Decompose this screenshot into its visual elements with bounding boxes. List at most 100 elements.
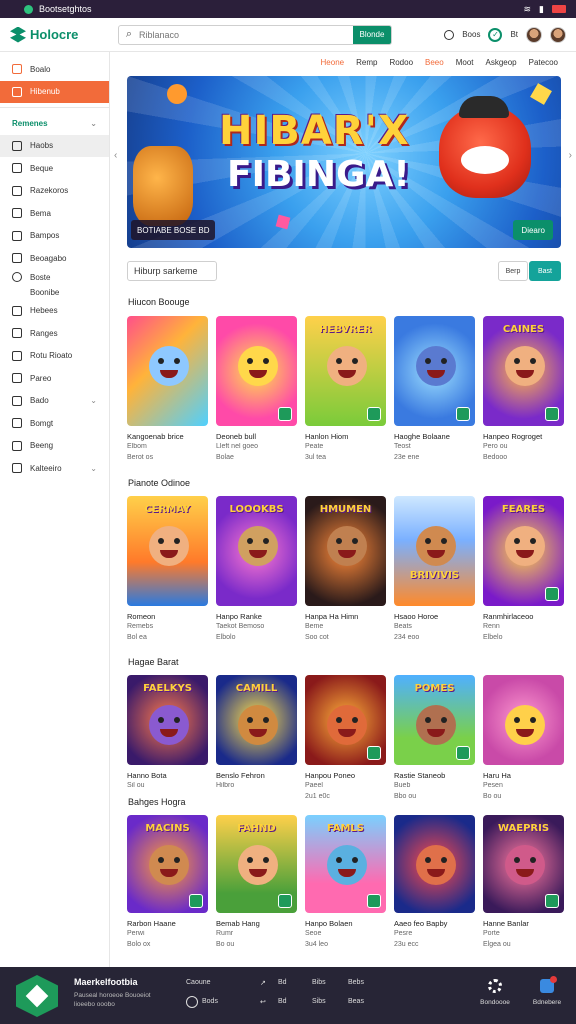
game-card[interactable]: MACINS Rarbon Haane Perwi Bolo ox	[127, 815, 208, 948]
game-subtitle: Pero ou	[483, 443, 508, 450]
filter-button[interactable]: Berp	[498, 261, 528, 281]
game-card[interactable]: CAMILL Benslo Fehron Hilbro	[216, 675, 297, 800]
banner-decoration	[167, 84, 187, 104]
hero-banner[interactable]: HIBAR'X FIBINGA! BOTIABE BOSE BD Diearo	[127, 76, 561, 248]
character-face	[327, 526, 367, 566]
character-face	[327, 705, 367, 745]
badge-icon	[278, 407, 292, 421]
tab-1[interactable]: Heone	[321, 58, 345, 67]
tab-5[interactable]: Moot	[456, 58, 474, 67]
game-card[interactable]: FAHND Bemab Hang Rumr Bo ou	[216, 815, 297, 948]
sidebar-item[interactable]: Beoagabo	[0, 247, 109, 270]
game-subtitle: Seoe	[305, 930, 322, 937]
header-action-1[interactable]: Boos	[462, 30, 480, 39]
character-face	[505, 845, 545, 885]
game-card[interactable]: HMUMEN Hanpa Ha Himn Beme Soo cot	[305, 496, 386, 641]
game-card[interactable]: LOOOKBS Hanpo Ranke Taekot Bemoso Elbolo	[216, 496, 297, 641]
search-input[interactable]	[139, 29, 353, 40]
check-icon[interactable]: ✓	[488, 27, 503, 42]
tab-6[interactable]: Askgeop	[486, 58, 517, 67]
share-icon[interactable]: ↗	[260, 979, 266, 987]
game-card[interactable]: FAMLS Hanpo Bolaen Seoe 3u4 leo	[305, 815, 386, 948]
sidebar-item[interactable]: Razekoros	[0, 180, 109, 203]
sidebar-item[interactable]: Kalteeiro ⌄	[0, 457, 109, 480]
sidebar-section-header[interactable]: Remenes ⌄	[0, 112, 109, 135]
search-button[interactable]: Blonde	[353, 25, 391, 44]
sidebar-item[interactable]: Boonibe	[0, 285, 109, 300]
filter-apply-button[interactable]: Bast	[529, 261, 561, 281]
sidebar-item[interactable]: Beeng	[0, 435, 109, 458]
game-card[interactable]: FEARES Ranmhirlaceoo Renn Elbelo	[483, 496, 564, 641]
game-card[interactable]: HEBVRER Hanlon Hiom Peate 3ul tea	[305, 316, 386, 461]
tab-7[interactable]: Patecoo	[529, 58, 558, 67]
tab-4[interactable]: Beeo	[425, 58, 444, 67]
sidebar-item-active[interactable]: Hibenub	[0, 80, 109, 103]
footer-logo-icon[interactable]	[16, 975, 58, 1017]
tab-3[interactable]: Rodoo	[389, 58, 413, 67]
reply-icon[interactable]: ↩	[260, 998, 266, 1006]
game-card[interactable]: FAELKYS Hanno Bota Sil ou	[127, 675, 208, 800]
sidebar-item[interactable]: Rotu Rioato	[0, 345, 109, 368]
footer-link[interactable]: Bd	[278, 998, 287, 1005]
game-subtitle: Paeel	[305, 782, 323, 789]
footer-link[interactable]: Bibs	[312, 979, 326, 986]
footer-link[interactable]: Sibs	[312, 998, 326, 1005]
notification-icon[interactable]	[540, 976, 557, 993]
filter-field[interactable]: Hiburp sarkeme	[127, 261, 217, 281]
game-grid: Kangoenab brice Elbom Berot os Deoneb bull…	[127, 316, 564, 461]
game-card[interactable]: Haru Ha Pesen Bo ou	[483, 675, 564, 800]
app-logo[interactable]: Holocre	[10, 26, 118, 43]
footer-link[interactable]: Bods	[202, 998, 218, 1005]
sidebar-item-label: Ranges	[30, 328, 58, 338]
sidebar-item[interactable]: Boste	[0, 270, 109, 285]
status-app-name: Bootsetghtos	[39, 4, 92, 14]
sidebar-item[interactable]: Bampos	[0, 225, 109, 248]
banner-button[interactable]: Diearo	[513, 220, 553, 240]
sidebar-item-label: Bomgt	[30, 418, 54, 428]
sidebar-item[interactable]: Bado ⌄	[0, 390, 109, 413]
game-thumbnail: FAELKYS	[127, 675, 208, 765]
carousel-next-icon[interactable]: ›	[569, 150, 572, 161]
game-card[interactable]: Aaeo feo Bapby Pesre 23u ecc	[394, 815, 475, 948]
settings-icon[interactable]	[488, 979, 502, 993]
game-card[interactable]: Hanpou Poneo Paeel 2u1 e0c	[305, 675, 386, 800]
game-card[interactable]: BRIVIVIS Hsaoo Horoe Beats 234 eoo	[394, 496, 475, 641]
character-face	[416, 845, 456, 885]
tab-2[interactable]: Remp	[356, 58, 377, 67]
filter-row: Hiburp sarkeme Berp Bast	[127, 261, 561, 281]
sidebar-item[interactable]: Bema	[0, 202, 109, 225]
sidebar-item[interactable]: Pareo	[0, 367, 109, 390]
sidebar-item-label: Razekoros	[30, 186, 69, 196]
circle-icon	[12, 272, 22, 282]
game-card[interactable]: CERMAY Romeon Remebs Bol ea	[127, 496, 208, 641]
game-card[interactable]: Kangoenab brice Elbom Berot os	[127, 316, 208, 461]
banner-character-hat	[459, 96, 509, 118]
sidebar-item-label: Haobs	[30, 141, 54, 151]
character-face	[416, 705, 456, 745]
notifications-icon[interactable]	[444, 29, 455, 40]
footer-link[interactable]: Caoune	[186, 979, 211, 986]
sidebar-item-home[interactable]: Boalo	[0, 58, 109, 81]
game-subtitle: Renn	[483, 623, 500, 630]
game-card[interactable]: Haoghe Bolaane Teost 23e ene	[394, 316, 475, 461]
footer-link[interactable]: Bd	[278, 979, 287, 986]
game-card[interactable]: WAEPRIS Hanne Banlar Porte Elgea ou	[483, 815, 564, 948]
sidebar-item[interactable]: Ranges	[0, 322, 109, 345]
avatar-secondary[interactable]	[550, 26, 566, 43]
game-card[interactable]: POMES Rastie Staneob Bueb Bbo ou	[394, 675, 475, 800]
game-thumbnail	[394, 316, 475, 426]
carousel-prev-icon[interactable]: ‹	[114, 150, 117, 161]
sidebar-item[interactable]: Bomgt	[0, 412, 109, 435]
avatar[interactable]	[526, 26, 542, 43]
game-art-title: LOOOKBS	[229, 504, 284, 515]
game-card[interactable]: CAINES Hanpeo Rogroget Pero ou Bedooo	[483, 316, 564, 461]
footer-link[interactable]: Beas	[348, 998, 364, 1005]
sidebar-item[interactable]: Hebees	[0, 300, 109, 323]
sidebar-item[interactable]: Beque	[0, 157, 109, 180]
game-card[interactable]: Deoneb bull Lleft nel goeo Bolae	[216, 316, 297, 461]
header-action-2[interactable]: Bt	[510, 30, 518, 39]
game-subtitle: Beats	[394, 623, 412, 630]
footer-link[interactable]: Bebs	[348, 979, 364, 986]
sidebar-item-games[interactable]: Haobs	[0, 134, 109, 157]
list-icon	[12, 185, 22, 196]
